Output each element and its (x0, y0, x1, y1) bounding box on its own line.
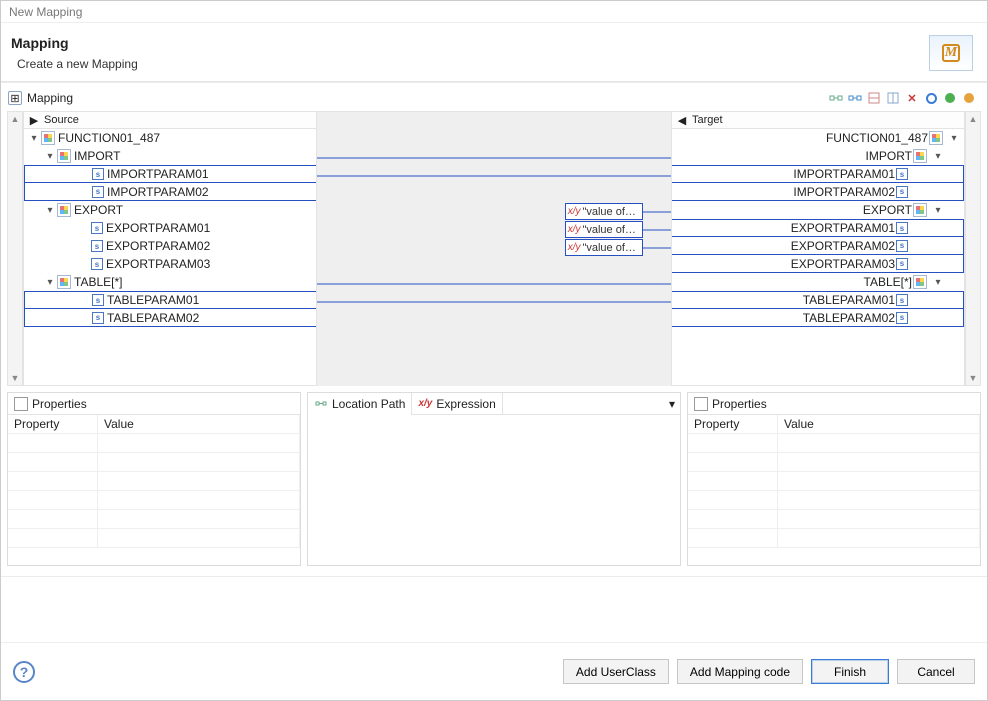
target-header-icon: ◀ (676, 114, 688, 126)
help-button[interactable]: ? (13, 661, 35, 683)
col-property: Property (688, 415, 778, 434)
mapping-toolbar: ⊞ Mapping ✕ (7, 87, 981, 109)
cancel-button[interactable]: Cancel (897, 659, 975, 684)
add-mapping-code-button[interactable]: Add Mapping code (677, 659, 803, 684)
properties-icon (694, 397, 708, 411)
toolbar-status-orange-icon[interactable] (961, 90, 977, 106)
source-tree: ▾FUNCTION01_487 ▾IMPORT sIMPORTPARAM01 s… (23, 129, 317, 386)
source-header: ▶ Source (23, 111, 317, 129)
properties-title: Properties (32, 397, 87, 411)
toolbar-status-green-icon[interactable] (942, 90, 958, 106)
source-import-param-2[interactable]: sIMPORTPARAM02 (24, 183, 316, 201)
properties-title: Properties (712, 397, 767, 411)
window-titlebar: New Mapping (1, 1, 987, 23)
target-export-param-1[interactable]: sEXPORTPARAM01 (672, 219, 964, 237)
target-properties-panel: Properties Property Value (687, 392, 981, 566)
source-scrollbar[interactable]: ▲▼ (7, 111, 23, 386)
target-export-param-2[interactable]: sEXPORTPARAM02 (672, 237, 964, 255)
source-panel: ▶ Source ▾FUNCTION01_487 ▾IMPORT sIMPORT… (23, 111, 317, 386)
mapping-icon: ⊞ (7, 90, 23, 106)
source-import[interactable]: ▾IMPORT (24, 147, 316, 165)
tab-expression[interactable]: x/yExpression (412, 393, 502, 415)
properties-icon (14, 397, 28, 411)
center-tabs-panel: Location Path x/yExpression ▾ (307, 392, 681, 566)
location-path-icon (314, 397, 328, 411)
target-tree: ▾FUNCTION01_487 ▾IMPORT sIMPORTPARAM01 s… (671, 129, 965, 386)
wizard-header: Mapping Create a new Mapping M (1, 23, 987, 81)
target-export[interactable]: ▾EXPORT (672, 201, 964, 219)
target-import[interactable]: ▾IMPORT (672, 147, 964, 165)
page-title: Mapping (11, 35, 138, 51)
finish-button[interactable]: Finish (811, 659, 889, 684)
source-table-param-1[interactable]: sTABLEPARAM01 (24, 291, 316, 309)
target-table-param-1[interactable]: sTABLEPARAM01 (672, 291, 964, 309)
source-label: Source (44, 114, 79, 126)
toolbar-action-1[interactable] (828, 90, 844, 106)
source-import-param-1[interactable]: sIMPORTPARAM01 (24, 165, 316, 183)
target-table[interactable]: ▾TABLE[*] (672, 273, 964, 291)
value-box-3[interactable]: x/y"value of… (565, 239, 643, 256)
target-import-param-1[interactable]: sIMPORTPARAM01 (672, 165, 964, 183)
toolbar-action-2[interactable] (847, 90, 863, 106)
toolbar-refresh-icon[interactable] (923, 90, 939, 106)
target-scrollbar[interactable]: ▲▼ (965, 111, 981, 386)
toolbar-action-4[interactable] (885, 90, 901, 106)
target-label: Target (692, 114, 723, 126)
target-export-param-3[interactable]: sEXPORTPARAM03 (672, 255, 964, 273)
col-value: Value (98, 415, 300, 434)
source-properties-table: Property Value (8, 415, 300, 548)
target-header: ◀ Target (671, 111, 965, 129)
page-subtitle: Create a new Mapping (17, 57, 138, 71)
toolbar-action-3[interactable] (866, 90, 882, 106)
window-title: New Mapping (9, 5, 82, 19)
tabbar-dropdown[interactable]: ▾ (664, 397, 680, 411)
mapping-canvas[interactable]: x/y"value of… x/y"value of… x/y"value of… (317, 111, 671, 386)
value-box-1[interactable]: x/y"value of… (565, 203, 643, 220)
target-import-param-2[interactable]: sIMPORTPARAM02 (672, 183, 964, 201)
col-value: Value (778, 415, 980, 434)
toolbar-delete-icon[interactable]: ✕ (904, 90, 920, 106)
tab-location-path[interactable]: Location Path (308, 393, 412, 415)
mapping-editor: ⊞ Mapping ✕ ▲▼ ▶ Source ▾FUNCTION01_487 … (1, 82, 987, 577)
source-properties-panel: Properties Property Value (7, 392, 301, 566)
source-export[interactable]: ▾EXPORT (24, 201, 316, 219)
target-table-param-2[interactable]: sTABLEPARAM02 (672, 309, 964, 327)
source-header-icon: ▶ (28, 114, 40, 126)
source-table[interactable]: ▾TABLE[*] (24, 273, 316, 291)
tabbar: Location Path x/yExpression ▾ (308, 393, 680, 415)
source-table-param-2[interactable]: sTABLEPARAM02 (24, 309, 316, 327)
source-export-param-1[interactable]: sEXPORTPARAM01 (24, 219, 316, 237)
source-export-param-3[interactable]: sEXPORTPARAM03 (24, 255, 316, 273)
expression-icon: x/y (418, 397, 432, 411)
wizard-footer: ? Add UserClass Add Mapping code Finish … (1, 642, 987, 700)
wizard-banner-icon: M (929, 35, 973, 71)
source-export-param-2[interactable]: sEXPORTPARAM02 (24, 237, 316, 255)
target-properties-table: Property Value (688, 415, 980, 548)
add-userclass-button[interactable]: Add UserClass (563, 659, 669, 684)
col-property: Property (8, 415, 98, 434)
target-panel: ◀ Target ▾FUNCTION01_487 ▾IMPORT sIMPORT… (671, 111, 965, 386)
value-box-2[interactable]: x/y"value of… (565, 221, 643, 238)
target-root[interactable]: ▾FUNCTION01_487 (672, 129, 964, 147)
mapping-label: Mapping (27, 91, 73, 105)
center-body (308, 415, 680, 565)
source-root[interactable]: ▾FUNCTION01_487 (24, 129, 316, 147)
